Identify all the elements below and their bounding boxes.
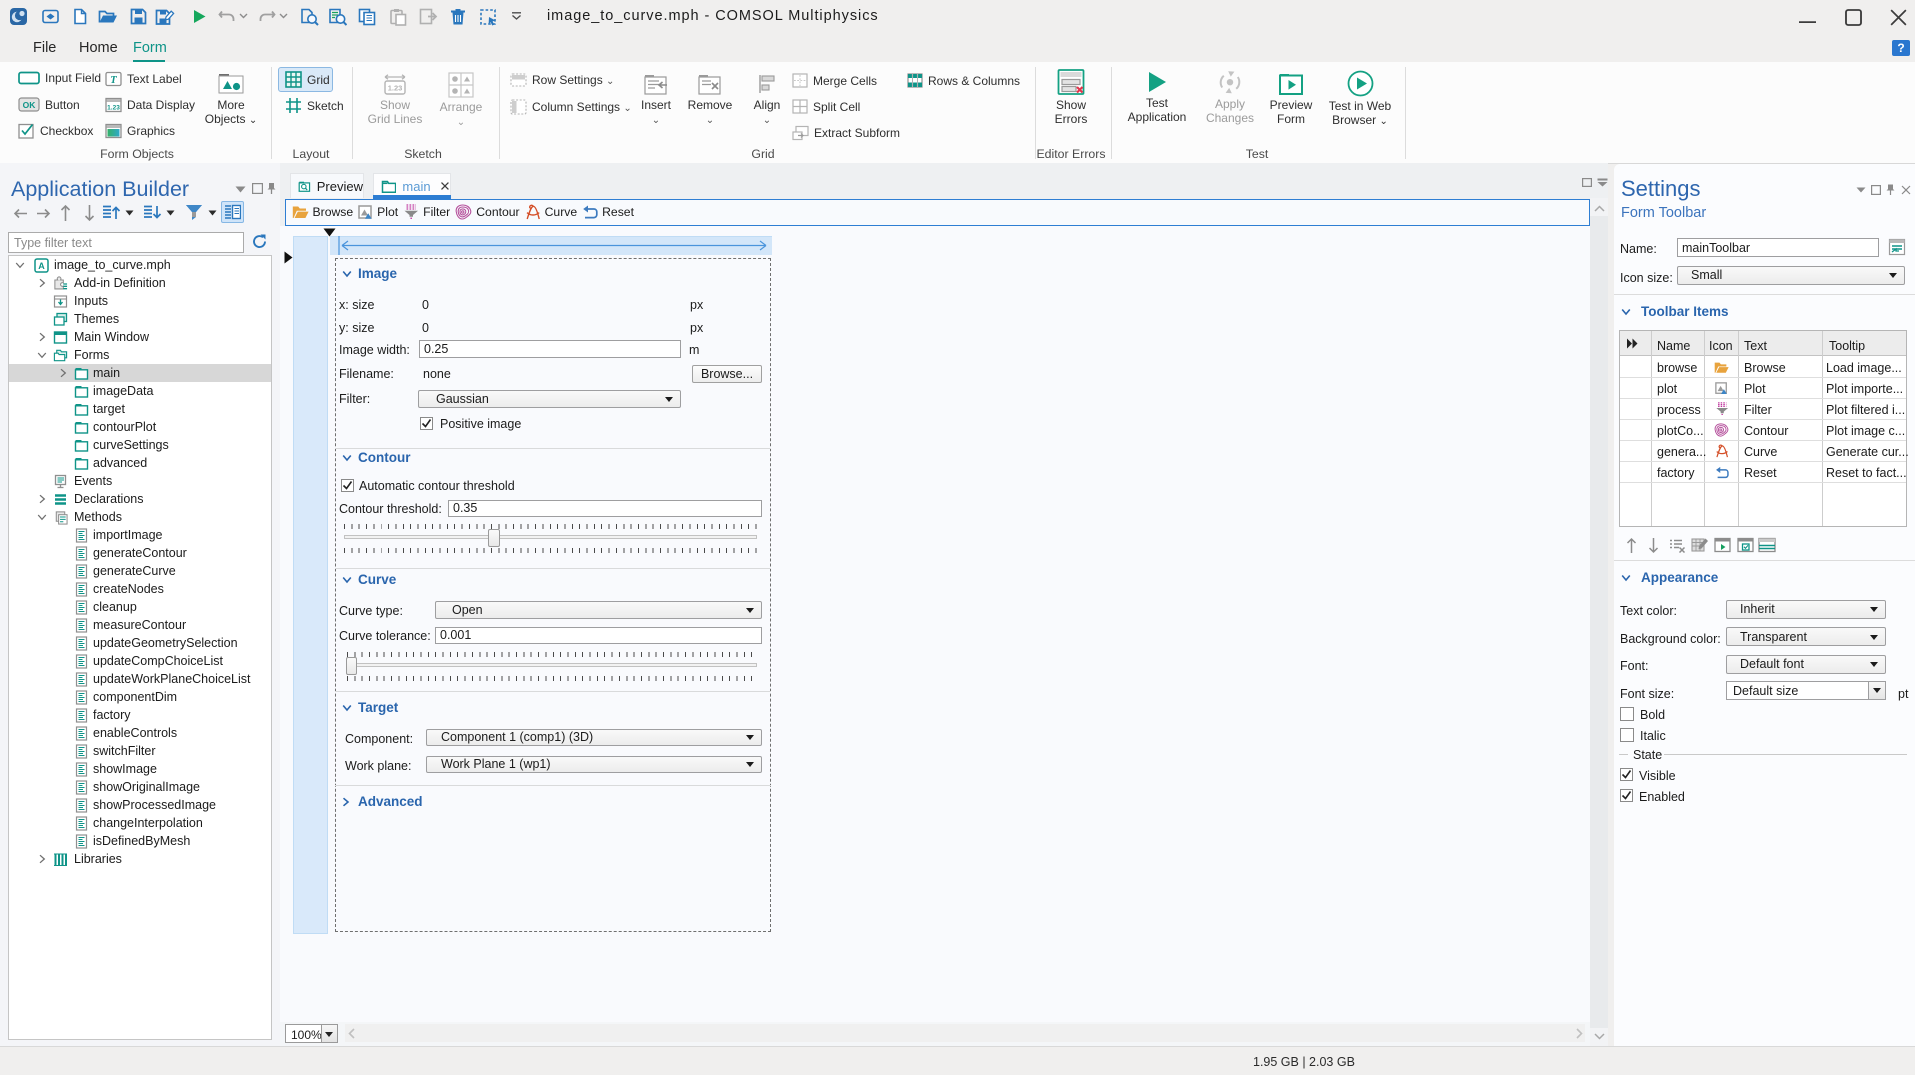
svg-text:1.23: 1.23: [388, 84, 403, 93]
svg-text:T: T: [110, 75, 117, 86]
svg-text:1.23: 1.23: [107, 105, 120, 112]
svg-text:A: A: [38, 261, 45, 271]
svg-text:OK: OK: [23, 100, 37, 110]
